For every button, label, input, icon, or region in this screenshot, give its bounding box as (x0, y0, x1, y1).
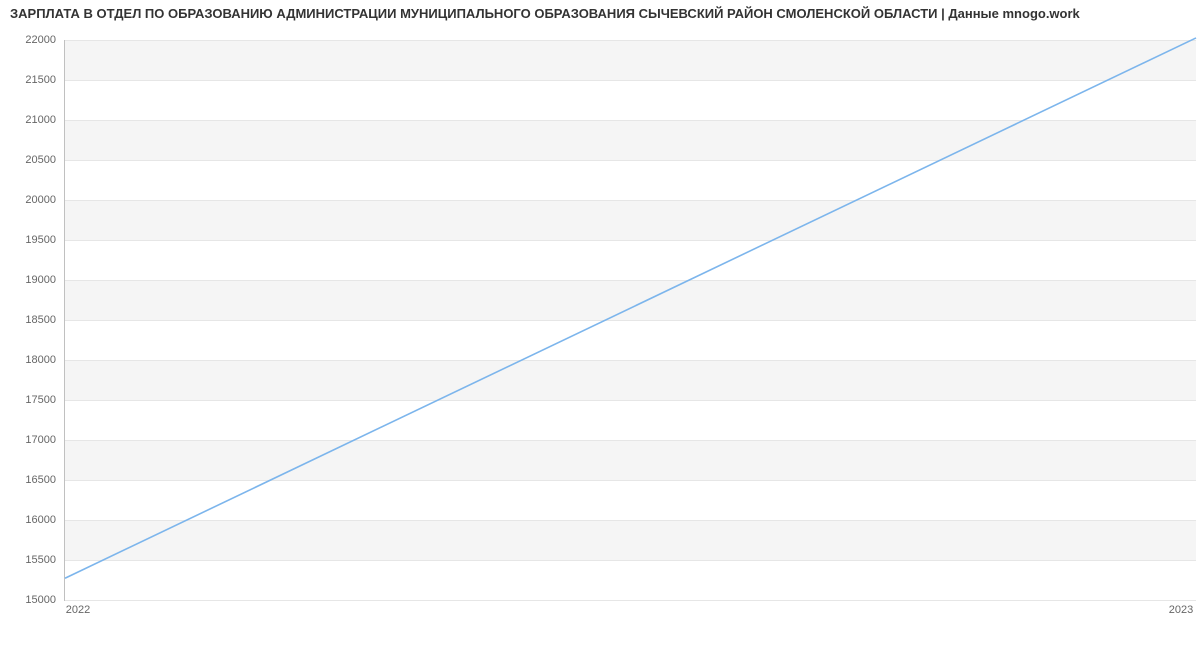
plot-area (64, 40, 1196, 601)
chart-title: ЗАРПЛАТА В ОТДЕЛ ПО ОБРАЗОВАНИЮ АДМИНИСТ… (10, 6, 1190, 21)
y-tick-label: 19000 (25, 274, 56, 286)
series-line (65, 38, 1196, 578)
y-tick-label: 21500 (25, 74, 56, 86)
y-tick-label: 16500 (25, 474, 56, 486)
y-tick-label: 22000 (25, 34, 56, 46)
y-tick-label: 20500 (25, 154, 56, 166)
y-tick-label: 17000 (25, 434, 56, 446)
y-tick-label: 20000 (25, 194, 56, 206)
chart-container: ЗАРПЛАТА В ОТДЕЛ ПО ОБРАЗОВАНИЮ АДМИНИСТ… (0, 0, 1200, 650)
y-tick-label: 19500 (25, 234, 56, 246)
x-tick-label: 2023 (1169, 604, 1193, 616)
y-tick-label: 18500 (25, 314, 56, 326)
line-series (65, 40, 1196, 600)
y-axis: 1500015500160001650017000175001800018500… (10, 40, 62, 600)
y-tick-label: 15000 (25, 594, 56, 606)
y-tick-label: 16000 (25, 514, 56, 526)
y-tick-label: 17500 (25, 394, 56, 406)
x-axis: 2022 2023 (64, 600, 1195, 620)
plot-outer: 15000 15500 16000 16500 17000 17500 18000 18500… (10, 40, 1195, 620)
y-tick-label: 18000 (25, 354, 56, 366)
y-tick-label: 15500 (25, 554, 56, 566)
y-tick-label: 21000 (25, 114, 56, 126)
x-tick-label: 2022 (66, 604, 90, 616)
